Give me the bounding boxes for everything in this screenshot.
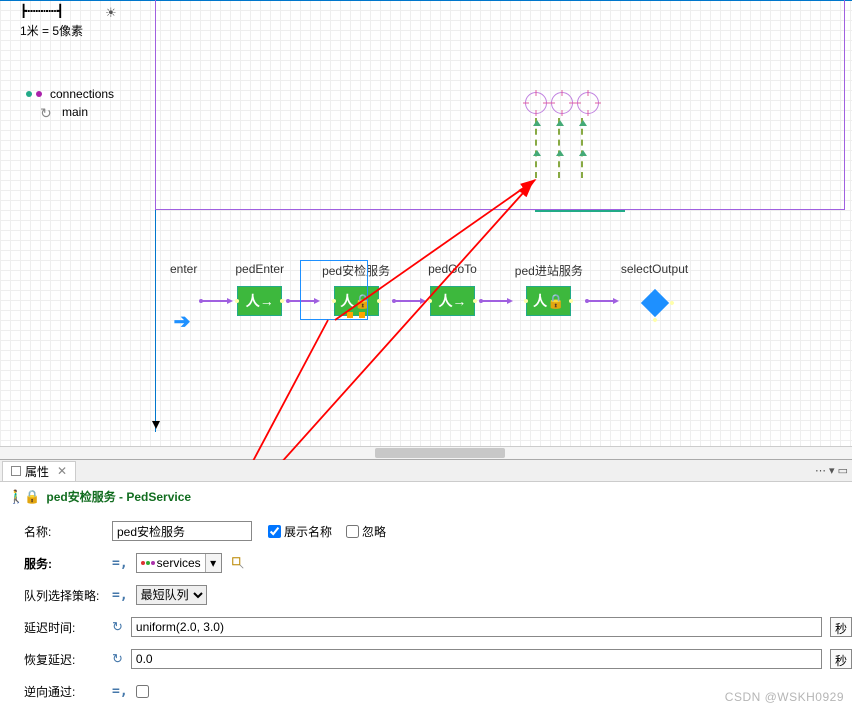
canvas-pane[interactable]: ┣┅┅┅┅┅┅┫ ☀ 1米 = 5像素 connections main ent… xyxy=(0,0,852,460)
checkbox-ignore[interactable]: 忽略 xyxy=(346,523,386,540)
ruler-icon: ┣┅┅┅┅┅┅┫ xyxy=(20,4,62,18)
flow-selectOutput[interactable]: selectOutput xyxy=(621,262,688,316)
recurse-icon xyxy=(40,105,58,119)
scale-ruler[interactable]: ┣┅┅┅┅┅┅┫ ☀ xyxy=(20,4,150,18)
label-recover: 恢复延迟: xyxy=(24,651,104,668)
connector xyxy=(481,300,511,302)
checkbox-show-name[interactable]: 展示名称 xyxy=(268,523,332,540)
flow-block-pedEnter[interactable]: pedEnter 人→ xyxy=(235,262,284,316)
reverse-checkbox[interactable] xyxy=(136,685,149,698)
queue-policy-select[interactable]: 最短队列 xyxy=(136,585,207,605)
space-boundary xyxy=(155,0,845,210)
enter-arrow-icon: ➔ xyxy=(174,311,194,331)
row-recover: 恢复延迟: ↻ 秒 xyxy=(24,643,852,675)
row-queue-policy: 队列选择策略: =, 最短队列 xyxy=(24,579,852,611)
scrollbar-thumb[interactable] xyxy=(375,448,505,458)
target-icon[interactable] xyxy=(577,92,599,114)
tree-item-main[interactable]: main xyxy=(20,105,150,119)
row-delay: 延迟时间: ↻ 秒 xyxy=(24,611,852,643)
queue-lines xyxy=(535,118,583,178)
close-icon[interactable]: ✕ xyxy=(57,464,67,478)
ignore-checkbox[interactable] xyxy=(346,525,359,538)
row-name: 名称: 展示名称 忽略 xyxy=(24,515,852,547)
label-delay: 延迟时间: xyxy=(24,619,104,636)
process-flow: enter ➔ pedEnter 人→ ped安检服务 人🔒 pedGoTo 人… xyxy=(170,262,688,331)
properties-icon xyxy=(11,466,21,476)
properties-header: 🚶‍♂️🔒 ped安检服务 - PedService xyxy=(0,482,852,511)
service-line-bar xyxy=(535,210,625,212)
expression-toggle-icon[interactable]: =, xyxy=(112,588,128,603)
name-input[interactable] xyxy=(112,521,252,541)
delay-unit[interactable]: 秒 xyxy=(830,617,852,637)
connector xyxy=(201,300,231,302)
ped-enter-icon: 人→ xyxy=(246,291,274,311)
label-reverse: 逆向通过: xyxy=(24,683,104,700)
label-name: 名称: xyxy=(24,523,104,540)
model-tree: ┣┅┅┅┅┅┅┫ ☀ 1米 = 5像素 connections main xyxy=(20,0,150,123)
expression-toggle-icon[interactable]: =, xyxy=(112,556,128,571)
target-icon[interactable] xyxy=(525,92,547,114)
properties-tabbar: 属性 ✕ ⋯ ▾ ▭ xyxy=(0,460,852,482)
connections-label: connections xyxy=(50,87,114,101)
services-combo[interactable]: services ▾ xyxy=(136,553,222,573)
show-name-checkbox[interactable] xyxy=(268,525,281,538)
recover-unit[interactable]: 秒 xyxy=(830,649,852,669)
properties-title: ped安检服务 - PedService xyxy=(46,488,191,505)
connector xyxy=(587,300,617,302)
scale-label: 1米 = 5像素 xyxy=(20,22,150,39)
sun-icon: ☀ xyxy=(105,5,117,21)
delay-input[interactable] xyxy=(131,617,822,637)
service-point-markers[interactable] xyxy=(525,92,599,114)
services-icon xyxy=(141,561,155,565)
flow-block-ped-station[interactable]: ped进站服务 人🔒 xyxy=(515,262,583,316)
recover-input[interactable] xyxy=(131,649,822,669)
flow-block-pedGoTo[interactable]: pedGoTo 人→ xyxy=(428,262,477,316)
target-icon[interactable] xyxy=(551,92,573,114)
watermark: CSDN @WSKH0929 xyxy=(725,690,844,704)
expression-toggle-icon[interactable]: =, xyxy=(112,684,128,699)
locate-icon[interactable] xyxy=(230,555,246,571)
horizontal-scrollbar[interactable] xyxy=(0,446,852,459)
tab-label: 属性 xyxy=(25,463,49,480)
dynamic-icon[interactable]: ↻ xyxy=(112,651,123,667)
tab-properties[interactable]: 属性 ✕ xyxy=(2,461,76,481)
dynamic-icon[interactable]: ↻ xyxy=(112,619,123,635)
diamond-icon xyxy=(640,288,668,316)
label-services: 服务: xyxy=(24,555,104,572)
ped-service-icon: 人🔒 xyxy=(533,291,564,311)
properties-body: 名称: 展示名称 忽略 服务: =, services ▾ 队列选择策略: =,… xyxy=(0,511,852,707)
connections-icon xyxy=(26,89,46,99)
ped-service-header-icon: 🚶‍♂️🔒 xyxy=(8,489,40,505)
ped-goto-icon: 人→ xyxy=(438,291,466,311)
label-queue: 队列选择策略: xyxy=(24,587,104,604)
chevron-down-icon[interactable]: ▾ xyxy=(205,554,221,572)
main-label: main xyxy=(62,105,88,119)
connector xyxy=(394,300,424,302)
selection-outline xyxy=(300,260,368,320)
row-services: 服务: =, services ▾ xyxy=(24,547,852,579)
tree-item-connections[interactable]: connections xyxy=(20,87,150,101)
tab-tools[interactable]: ⋯ ▾ ▭ xyxy=(811,464,852,477)
flow-enter[interactable]: enter ➔ xyxy=(170,262,197,331)
